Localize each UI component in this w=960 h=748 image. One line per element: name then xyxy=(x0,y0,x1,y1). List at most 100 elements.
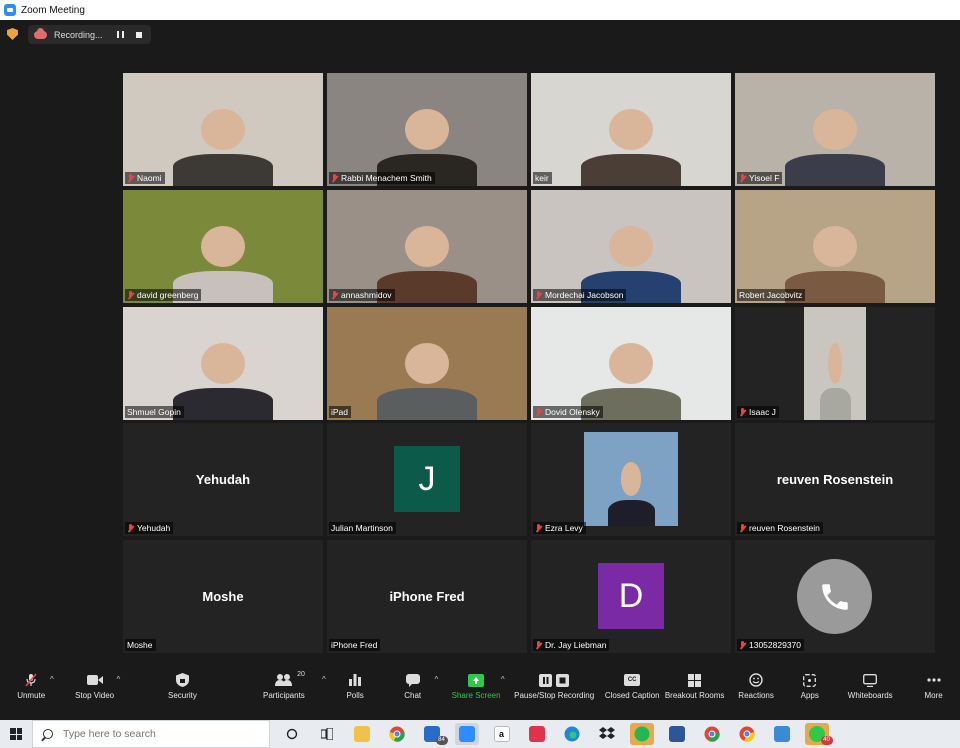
more-label: More xyxy=(924,691,943,700)
participant-tile-shmuel-gopin[interactable]: Shmuel Gopin xyxy=(123,307,323,420)
participant-display-name: reuven Rosenstein xyxy=(776,472,894,487)
window-titlebar: Zoom Meeting xyxy=(0,0,960,20)
participant-name-label: iPhone Fred xyxy=(329,639,381,651)
whiteboards-button[interactable]: Whiteboards xyxy=(833,668,907,708)
word-icon[interactable] xyxy=(665,723,689,745)
person-head xyxy=(828,343,842,384)
participant-tile-david-greenberg[interactable]: david greenberg xyxy=(123,190,323,303)
video-caret-icon[interactable]: ^ xyxy=(116,675,120,684)
photos-icon[interactable] xyxy=(770,723,794,745)
chat-bubble-icon xyxy=(405,673,421,687)
polls-icon xyxy=(347,673,363,687)
participant-name: Robert Jacobvitz xyxy=(739,290,803,300)
cortana-icon[interactable] xyxy=(280,723,304,745)
participant-name: Dr. Jay Liebman xyxy=(545,640,607,650)
start-button[interactable] xyxy=(0,720,32,748)
participant-tile-iphone-fred[interactable]: iPhone Fred iPhone Fred xyxy=(327,540,527,653)
participants-count: 20 xyxy=(297,671,305,678)
participant-tile-mordechai-jacobson[interactable]: Mordechai Jacobson xyxy=(531,190,731,303)
chrome-profile-icon[interactable] xyxy=(700,723,724,745)
participant-name-label: Dr. Jay Liebman xyxy=(533,639,610,651)
polls-button[interactable]: Polls xyxy=(330,668,381,708)
zoom-logo-icon xyxy=(4,4,16,16)
participant-tile-reuven-rosenstein[interactable]: reuven Rosenstein reuven Rosenstein xyxy=(735,423,935,536)
chat-button[interactable]: Chat ^ xyxy=(380,668,444,708)
edge-icon[interactable] xyxy=(560,723,584,745)
meeting-topbar: Recording... xyxy=(0,20,960,48)
task-view-icon[interactable] xyxy=(315,723,339,745)
person-body xyxy=(819,388,851,420)
participant-tile-rabbi-menachem-smith[interactable]: Rabbi Menachem Smith xyxy=(327,73,527,186)
participant-name: david greenberg xyxy=(137,290,199,300)
participant-tile-ipad[interactable]: iPad xyxy=(327,307,527,420)
share-caret-icon[interactable]: ^ xyxy=(501,675,505,684)
participant-tile-dovid-olensky[interactable]: Dovid Olensky xyxy=(531,307,731,420)
participant-tile-moshe[interactable]: Moshe Moshe xyxy=(123,540,323,653)
participant-tile-yehudah[interactable]: Yehudah Yehudah xyxy=(123,423,323,536)
security-shield-icon[interactable] xyxy=(7,28,18,40)
breakout-rooms-icon xyxy=(687,673,703,687)
participant-tile-naomi[interactable]: Naomi xyxy=(123,73,323,186)
participant-tile-yisoel-f[interactable]: Yisoel F xyxy=(735,73,935,186)
red-app-icon[interactable] xyxy=(525,723,549,745)
participant-name: Yisoel F xyxy=(749,173,780,183)
taskbar-search[interactable] xyxy=(32,720,270,748)
participant-name: iPhone Fred xyxy=(331,640,378,650)
chat-caret-icon[interactable]: ^ xyxy=(434,675,438,684)
apps-label: Apps xyxy=(800,691,819,700)
unmute-caret-icon[interactable]: ^ xyxy=(50,675,54,684)
reactions-label: Reactions xyxy=(738,691,774,700)
participant-tile-keir[interactable]: keir xyxy=(531,73,731,186)
stop-video-label: Stop Video xyxy=(75,691,115,700)
security-button[interactable]: Security xyxy=(127,668,238,708)
reactions-button[interactable]: Reactions xyxy=(726,668,786,708)
participants-label: Participants xyxy=(263,691,305,700)
participant-tile-dr-jay-liebman[interactable]: D Dr. Jay Liebman xyxy=(531,540,731,653)
muted-mic-icon xyxy=(739,523,746,533)
file-explorer-icon[interactable] xyxy=(350,723,374,745)
share-screen-button[interactable]: Share Screen ^ xyxy=(445,668,507,708)
participant-tile-robert-jacobvitz[interactable]: Robert Jacobvitz xyxy=(735,190,935,303)
apps-button[interactable]: Apps xyxy=(786,668,833,708)
participant-tile-julian-martinson[interactable]: J Julian Martinson xyxy=(327,423,527,536)
participant-tile-13052829370[interactable]: 13052829370 xyxy=(735,540,935,653)
windows-taskbar: 84 a 40 xyxy=(0,720,960,748)
amazon-icon[interactable]: a xyxy=(490,723,514,745)
unmute-button[interactable]: Unmute ^ xyxy=(0,668,62,708)
muted-mic-icon xyxy=(535,523,542,533)
participant-name: keir xyxy=(535,173,549,183)
spotify-icon[interactable] xyxy=(629,723,654,745)
participants-button[interactable]: 20 Participants ^ xyxy=(238,668,330,708)
security-shield-toolbar-icon xyxy=(174,673,190,687)
participant-tile-annashmidov[interactable]: annashmidov xyxy=(327,190,527,303)
dropbox-icon[interactable] xyxy=(595,723,619,745)
closed-caption-button[interactable]: CC Closed Caption xyxy=(601,668,663,708)
mail-icon[interactable]: 84 xyxy=(420,723,448,745)
chrome-icon[interactable] xyxy=(385,723,409,745)
stop-video-button[interactable]: Stop Video ^ xyxy=(62,668,126,708)
participant-name: Isaac J xyxy=(749,407,776,417)
participant-video xyxy=(327,73,527,186)
more-button[interactable]: More xyxy=(907,668,960,708)
pause-stop-recording-button[interactable]: Pause/Stop Recording xyxy=(507,668,601,708)
notification-app-icon[interactable]: 40 xyxy=(804,723,833,745)
participant-tile-ezra-levy[interactable]: Ezra Levy xyxy=(531,423,731,536)
zoom-app-icon[interactable] xyxy=(454,723,479,745)
chrome-profile-2-icon[interactable] xyxy=(735,723,759,745)
taskbar-search-input[interactable] xyxy=(63,728,253,740)
windows-logo-icon xyxy=(10,728,22,740)
muted-mic-icon xyxy=(127,173,134,183)
stop-recording-icon[interactable] xyxy=(135,31,142,38)
participant-video xyxy=(804,307,866,420)
breakout-rooms-button[interactable]: Breakout Rooms xyxy=(663,668,725,708)
participant-tile-isaac-j[interactable]: Isaac J xyxy=(735,307,935,420)
participant-video xyxy=(327,190,527,303)
muted-mic-icon xyxy=(331,173,338,183)
participant-name-label: iPad xyxy=(329,406,352,418)
participant-video xyxy=(735,73,935,186)
participant-name: Naomi xyxy=(137,173,162,183)
muted-mic-icon xyxy=(127,290,134,300)
participants-caret-icon[interactable]: ^ xyxy=(322,675,326,684)
participant-name: Julian Martinson xyxy=(331,523,393,533)
pause-recording-icon[interactable] xyxy=(116,31,124,38)
